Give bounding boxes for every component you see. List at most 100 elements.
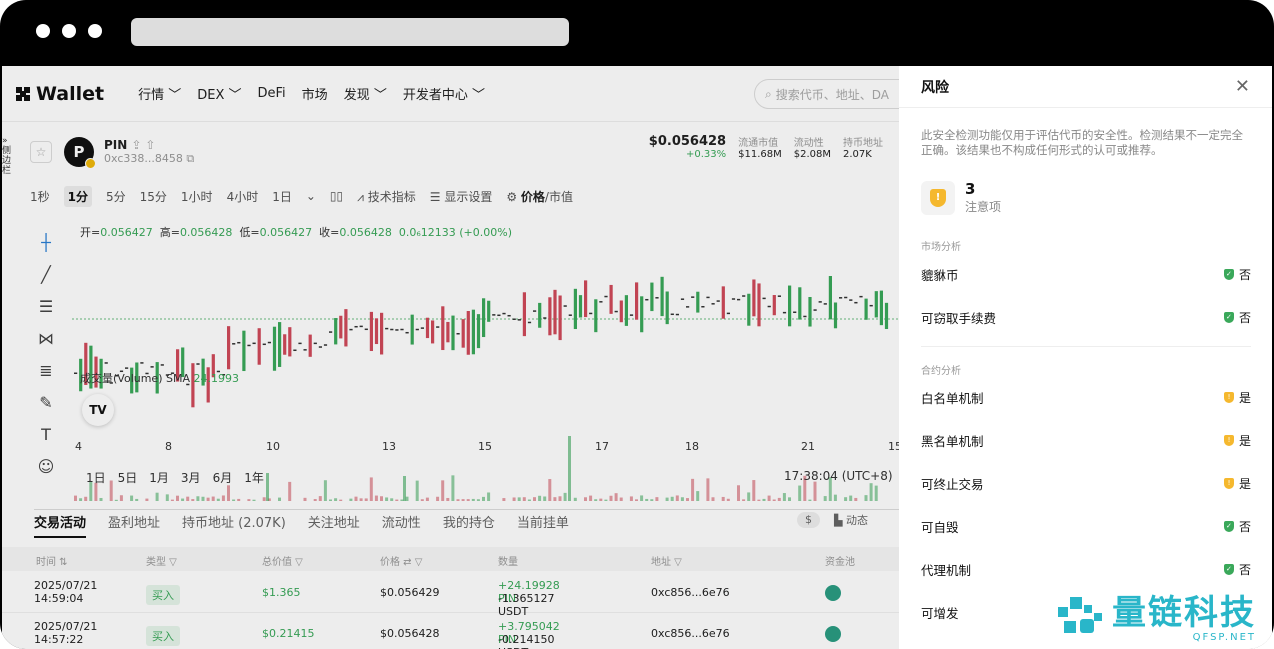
candle: [288, 327, 292, 357]
risk-title: 风险: [921, 79, 949, 96]
nav-item-marketplace[interactable]: 市场: [302, 84, 328, 103]
tab-my-holdings[interactable]: 我的持仓: [443, 510, 495, 538]
token-price: $0.056428 +0.33%: [649, 134, 726, 160]
col-time[interactable]: 时间 ⇅: [36, 553, 68, 568]
indicators-button[interactable]: ⩘ 技术指标: [357, 188, 416, 205]
window-dot-close[interactable]: [36, 24, 50, 38]
candle: [420, 327, 424, 329]
crosshair-icon[interactable]: ┼: [32, 226, 60, 258]
table-row[interactable]: 2025/07/21 14:57:22 买入 $0.21415 $0.056428…: [2, 614, 899, 649]
interval-1m[interactable]: 1分: [63, 185, 92, 207]
volume-bar: [533, 497, 536, 501]
candle: [303, 349, 307, 351]
candle: [884, 302, 889, 330]
volume-bar: [675, 495, 679, 501]
nav-item-dex[interactable]: DEX ﹀: [197, 84, 241, 103]
fib-icon[interactable]: ≣: [32, 354, 60, 386]
candle: [425, 317, 430, 339]
candle: [742, 295, 746, 297]
row-type: 买入: [146, 626, 180, 646]
token-address[interactable]: 0xc338...8458 ⧉: [104, 152, 194, 166]
volume-bar: [186, 496, 190, 501]
row-address[interactable]: 0xc856...6e76: [651, 586, 730, 599]
tab-controls: $ ▙ 动态: [797, 512, 868, 528]
volume-bar: [680, 497, 684, 501]
col-total[interactable]: 总价值 ▽: [262, 553, 303, 568]
interval-dropdown-icon[interactable]: ⌄: [306, 189, 316, 203]
interval-1h[interactable]: 1小时: [181, 188, 213, 205]
candle: [721, 286, 725, 319]
emoji-icon[interactable]: ☺: [32, 450, 60, 482]
display-settings-button[interactable]: ☰ 显示设置: [430, 188, 493, 205]
interval-15m[interactable]: 15分: [140, 188, 167, 205]
text-tool-icon[interactable]: T: [32, 418, 60, 450]
volume-bar: [788, 497, 791, 501]
candle: [854, 301, 858, 304]
search-input[interactable]: ⌕ 搜索代币、地址、DA: [754, 79, 914, 109]
tradingview-logo[interactable]: TV: [82, 394, 114, 426]
interval-5m[interactable]: 5分: [106, 188, 126, 205]
table-row[interactable]: 2025/07/21 14:59:04 买入 $1.365 $0.056429 +…: [2, 573, 899, 618]
volume-bar: [762, 498, 766, 501]
range-1m[interactable]: 1月: [149, 469, 169, 486]
volume-bar: [303, 497, 307, 501]
window-dot-minimize[interactable]: [62, 24, 76, 38]
col-address[interactable]: 地址 ▽: [651, 553, 682, 568]
risk-panel-header: 风险 ✕: [899, 66, 1272, 108]
nav-item-developer[interactable]: 开发者中心 ﹀: [403, 84, 485, 103]
volume-bar: [874, 485, 878, 501]
candle-type-icon[interactable]: ▯▯: [330, 189, 343, 203]
favorite-star-icon[interactable]: ☆: [30, 141, 52, 163]
interval-4h[interactable]: 4小时: [227, 188, 259, 205]
tab-holders[interactable]: 持币地址 (2.07K): [182, 510, 286, 538]
horizontal-lines-icon[interactable]: ☰: [32, 290, 60, 322]
window-controls: [36, 24, 102, 38]
range-6m[interactable]: 6月: [213, 469, 233, 486]
interval-1d[interactable]: 1日: [272, 188, 292, 205]
sidebar-toggle[interactable]: » 侧 边 栏: [2, 136, 12, 176]
tab-watched[interactable]: 关注地址: [308, 510, 360, 538]
currency-toggle[interactable]: $: [797, 512, 820, 528]
candle: [446, 321, 450, 343]
interval-1s[interactable]: 1秒: [30, 188, 50, 205]
range-1y[interactable]: 1年: [244, 469, 264, 486]
share-icon[interactable]: ⇪ ⇧: [132, 138, 156, 152]
price-mcap-toggle[interactable]: ⚙ 价格/市值: [506, 188, 573, 205]
range-3m[interactable]: 3月: [181, 469, 201, 486]
tab-open-orders[interactable]: 当前挂单: [517, 510, 569, 538]
nav-item-market[interactable]: 行情 ﹀: [138, 84, 181, 103]
address-bar[interactable]: [131, 18, 569, 46]
candle: [74, 372, 78, 375]
candle: [793, 311, 797, 314]
row-price: $0.056429: [380, 586, 440, 599]
wallet-logo[interactable]: Wallet: [16, 83, 104, 105]
volume-bar: [390, 498, 394, 501]
tab-liquidity[interactable]: 流动性: [382, 510, 421, 538]
pool-icon[interactable]: [825, 626, 841, 642]
candle: [441, 306, 445, 351]
trend-line-icon[interactable]: ╱: [32, 258, 60, 290]
candle: [777, 295, 781, 297]
candle: [323, 344, 328, 346]
feed-toggle[interactable]: ▙ 动态: [834, 512, 868, 528]
tab-activity[interactable]: 交易活动: [34, 510, 87, 538]
brush-icon[interactable]: ✎: [32, 386, 60, 418]
col-type[interactable]: 类型 ▽: [146, 553, 177, 568]
nav-item-discover[interactable]: 发现 ﹀: [344, 84, 387, 103]
range-5d[interactable]: 5日: [118, 469, 138, 486]
window-dot-maximize[interactable]: [88, 24, 102, 38]
row-address[interactable]: 0xc856...6e76: [651, 627, 730, 640]
pattern-icon[interactable]: ⋈: [32, 322, 60, 354]
close-icon[interactable]: ✕: [1235, 76, 1250, 97]
nav-item-defi[interactable]: DeFi: [258, 86, 286, 101]
col-price[interactable]: 价格 ⇄ ▽: [380, 553, 422, 568]
volume-bar: [420, 499, 424, 501]
pool-icon[interactable]: [825, 585, 841, 601]
copy-icon[interactable]: ⧉: [186, 152, 194, 165]
volume-bar: [176, 495, 179, 501]
range-1d[interactable]: 1日: [86, 469, 106, 486]
candle: [660, 276, 664, 317]
chart-clock[interactable]: 17:38:04 (UTC+8): [784, 469, 893, 483]
candle: [808, 296, 812, 327]
tab-profit-addresses[interactable]: 盈利地址: [108, 510, 160, 538]
